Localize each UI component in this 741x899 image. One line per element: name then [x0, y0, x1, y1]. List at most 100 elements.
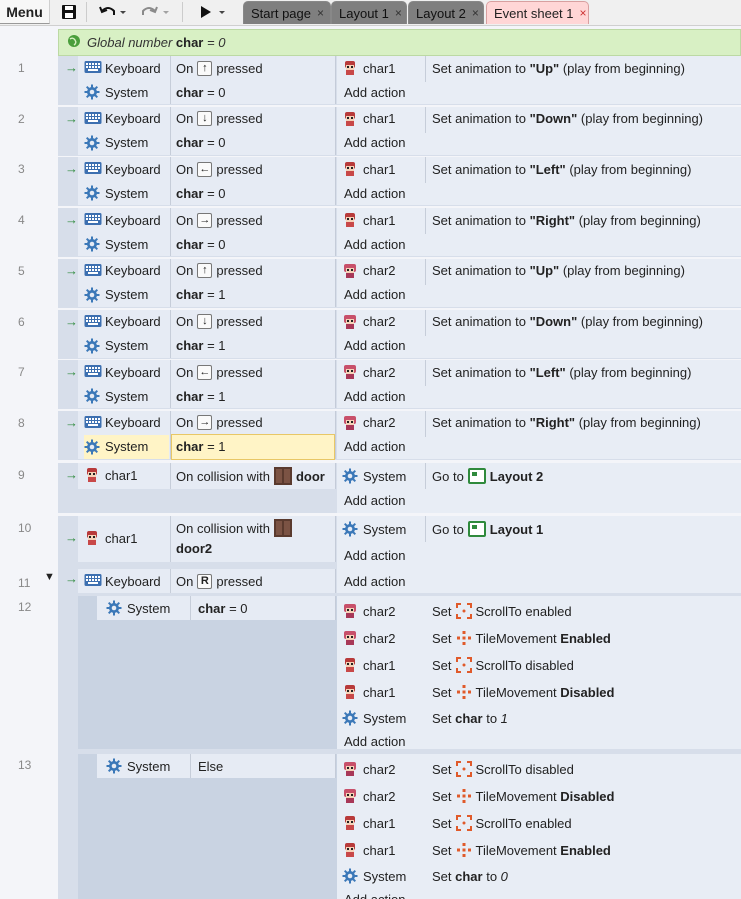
action-object[interactable]: char2 — [342, 411, 426, 435]
action-set-animation[interactable]: Set animation to "Down" (play from begin… — [432, 310, 738, 334]
condition-compare-char[interactable]: char = 0 — [176, 131, 334, 155]
add-action-button[interactable]: Add action — [336, 569, 666, 593]
add-action-button[interactable]: Add action — [336, 435, 666, 459]
tab-layout-1[interactable]: Layout 1 × — [331, 1, 407, 24]
close-icon[interactable]: × — [395, 6, 402, 20]
condition-object-system[interactable]: System — [84, 434, 169, 459]
condition-compare-char[interactable]: char = 0 — [198, 596, 334, 620]
action-object[interactable]: char2 — [342, 626, 426, 650]
action-set-behavior[interactable]: Set ScrollTo disabled — [432, 653, 738, 677]
action-set-behavior[interactable]: Set ScrollTo disabled — [432, 757, 738, 781]
action-object[interactable]: char2 — [342, 599, 426, 623]
add-action-button[interactable]: Add action — [336, 283, 666, 307]
add-action-button[interactable]: Add action — [336, 488, 666, 512]
condition-object-system[interactable]: System — [84, 80, 169, 104]
action-object[interactable]: char1 — [342, 208, 426, 232]
action-set-animation[interactable]: Set animation to "Right" (play from begi… — [432, 411, 738, 435]
condition-object-keyboard[interactable]: Keyboard — [84, 157, 169, 181]
condition-compare-char[interactable]: char = 0 — [176, 232, 334, 256]
condition-object-char[interactable]: char1 — [84, 463, 169, 487]
action-set-behavior[interactable]: Set TileMovement Enabled — [432, 626, 738, 650]
action-set-behavior[interactable]: Set ScrollTo enabled — [432, 811, 738, 835]
add-action-button[interactable]: Add action — [336, 543, 666, 567]
condition-object-system[interactable]: System — [84, 232, 169, 256]
condition-compare-char[interactable]: char = 0 — [176, 181, 334, 205]
action-set-animation[interactable]: Set animation to "Up" (play from beginni… — [432, 56, 738, 80]
condition-compare-char[interactable]: char = 0 — [176, 80, 334, 104]
action-set-behavior[interactable]: Set ScrollTo enabled — [432, 599, 738, 623]
condition-compare-char[interactable]: char = 1 — [176, 283, 334, 307]
condition-key-pressed[interactable]: On → pressed — [176, 208, 334, 232]
action-object[interactable]: char2 — [342, 259, 426, 283]
action-set-animation[interactable]: Set animation to "Up" (play from beginni… — [432, 259, 738, 283]
condition-collision[interactable]: On collision with door — [176, 464, 334, 488]
condition-object-keyboard[interactable]: Keyboard — [84, 56, 169, 80]
play-icon[interactable] — [194, 0, 230, 24]
add-action-button[interactable]: Add action — [336, 729, 666, 753]
condition-key-pressed[interactable]: On ↑ pressed — [176, 259, 334, 283]
condition-object-keyboard[interactable]: Keyboard — [84, 569, 169, 593]
close-icon[interactable]: × — [580, 6, 587, 20]
action-set-behavior[interactable]: Set TileMovement Disabled — [432, 784, 738, 808]
action-goto-layout[interactable]: Go to Layout 2 — [432, 464, 738, 488]
condition-key-pressed[interactable]: On ↑ pressed — [176, 56, 334, 80]
action-set-char[interactable]: Set char to 1 — [432, 706, 738, 730]
save-icon[interactable] — [58, 0, 80, 24]
condition-compare-char[interactable]: char = 1 — [171, 433, 335, 460]
add-action-button[interactable]: Add action — [336, 232, 666, 256]
condition-else[interactable]: Else — [198, 754, 334, 778]
add-action-button[interactable]: Add action — [336, 80, 666, 104]
condition-compare-char[interactable]: char = 1 — [176, 384, 334, 408]
action-object[interactable]: char1 — [342, 56, 426, 80]
action-object[interactable]: char2 — [342, 360, 426, 384]
condition-object-keyboard[interactable]: Keyboard — [84, 310, 169, 334]
condition-object-keyboard[interactable]: Keyboard — [84, 208, 169, 232]
condition-collision-target[interactable]: door2 — [176, 536, 334, 560]
action-object[interactable]: char2 — [342, 784, 426, 808]
menu-button[interactable]: Menu — [0, 0, 50, 24]
action-object[interactable]: char1 — [342, 107, 426, 131]
action-set-animation[interactable]: Set animation to "Down" (play from begin… — [432, 107, 738, 131]
close-icon[interactable]: × — [472, 6, 479, 20]
condition-key-pressed[interactable]: On ↓ pressed — [176, 310, 334, 334]
action-object[interactable]: char1 — [342, 157, 426, 181]
redo-icon[interactable] — [138, 0, 174, 24]
action-object[interactable]: char1 — [342, 680, 426, 704]
condition-object-char[interactable]: char1 — [84, 526, 169, 550]
close-icon[interactable]: × — [317, 6, 324, 20]
add-action-button[interactable]: Add action — [336, 131, 666, 155]
action-object-system[interactable]: System — [342, 706, 426, 730]
action-set-char[interactable]: Set char to 0 — [432, 864, 738, 888]
condition-object-keyboard[interactable]: Keyboard — [84, 259, 169, 283]
condition-object-keyboard[interactable]: Keyboard — [84, 360, 169, 384]
global-variable[interactable]: Global number char = 0 — [58, 29, 741, 56]
condition-object-system[interactable]: System — [84, 181, 169, 205]
action-set-animation[interactable]: Set animation to "Right" (play from begi… — [432, 208, 738, 232]
condition-object-keyboard[interactable]: Keyboard — [84, 107, 169, 131]
action-object[interactable]: char1 — [342, 838, 426, 862]
action-object-system[interactable]: System — [342, 464, 426, 488]
action-set-behavior[interactable]: Set TileMovement Disabled — [432, 680, 738, 704]
condition-key-pressed[interactable]: On → pressed — [176, 411, 334, 435]
tab-start-page[interactable]: Start page × — [243, 1, 331, 24]
action-goto-layout[interactable]: Go to Layout 1 — [432, 517, 738, 541]
condition-object-keyboard[interactable]: Keyboard — [84, 411, 169, 435]
action-object-system[interactable]: System — [342, 864, 426, 888]
action-set-animation[interactable]: Set animation to "Left" (play from begin… — [432, 157, 738, 181]
condition-compare-char[interactable]: char = 1 — [176, 334, 334, 358]
condition-object-system[interactable]: System — [84, 131, 169, 155]
condition-object-system[interactable]: System — [84, 334, 169, 358]
condition-key-pressed[interactable]: On ← pressed — [176, 360, 334, 384]
add-action-button[interactable]: Add action — [336, 887, 666, 899]
action-set-animation[interactable]: Set animation to "Left" (play from begin… — [432, 360, 738, 384]
add-action-button[interactable]: Add action — [336, 181, 666, 205]
condition-object-system[interactable]: System — [84, 283, 169, 307]
undo-icon[interactable] — [96, 0, 130, 24]
add-action-button[interactable]: Add action — [336, 384, 666, 408]
action-object[interactable]: char2 — [342, 310, 426, 334]
add-action-button[interactable]: Add action — [336, 334, 666, 358]
action-set-behavior[interactable]: Set TileMovement Enabled — [432, 838, 738, 862]
tab-layout-2[interactable]: Layout 2 × — [408, 1, 484, 24]
condition-object-system[interactable]: System — [106, 596, 190, 620]
action-object[interactable]: char1 — [342, 811, 426, 835]
